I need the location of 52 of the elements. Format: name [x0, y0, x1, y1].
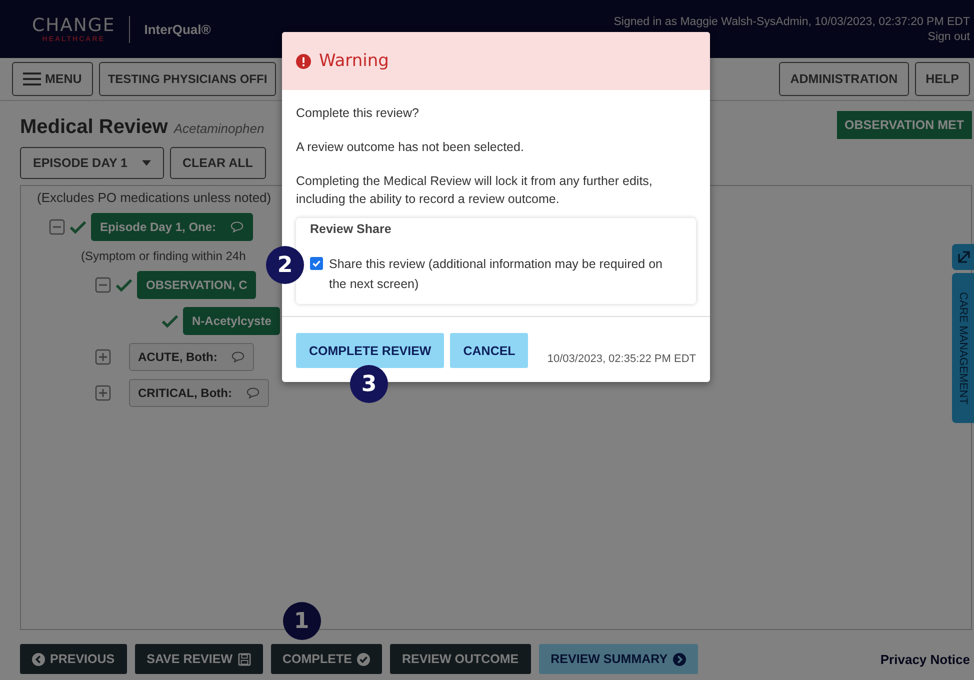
comment-icon[interactable] — [246, 387, 260, 399]
share-checkbox[interactable] — [310, 257, 323, 270]
privacy-link[interactable]: Privacy Notice — [880, 652, 970, 666]
collapse-icon[interactable] — [95, 277, 111, 293]
expand-icon[interactable] — [95, 349, 111, 365]
dialog-message: Completing the Medical Review will lock it from any further edits, including the ability to record a review outcome. — [296, 173, 654, 208]
criterion-chip[interactable]: N-Acetylcyste — [183, 307, 280, 335]
footer-button[interactable]: REVIEW SUMMARY — [538, 644, 698, 674]
dialog-title: Warning — [319, 51, 389, 71]
nav-button[interactable]: ADMINISTRATION — [779, 62, 909, 96]
save-icon — [238, 652, 251, 666]
footer-button[interactable]: PREVIOUS — [20, 644, 127, 674]
sign-out-link[interactable]: Sign out — [928, 30, 970, 42]
side-tab[interactable]: CARE MANAGEMENT — [952, 273, 974, 423]
share-heading: Review Share — [310, 222, 392, 236]
menu-button[interactable]: MENU — [12, 62, 93, 96]
review-title: Medical Review — [20, 116, 168, 138]
warning-icon — [296, 54, 311, 68]
nav-button[interactable]: HELP — [914, 62, 970, 96]
checkmark-icon — [161, 314, 179, 328]
criterion-chip[interactable]: OBSERVATION, C — [137, 271, 256, 299]
timestamp: 10/03/2023, 02:35:22 PM EDT — [547, 353, 696, 365]
product-name: InterQual® — [144, 22, 211, 36]
footer-button[interactable]: COMPLETE — [270, 644, 382, 674]
status-badge: OBSERVATION MET — [836, 111, 972, 139]
check-circle-icon — [356, 652, 370, 666]
checkmark-icon — [69, 220, 87, 234]
location-button[interactable]: TESTING PHYSICIANS OFFI — [98, 62, 276, 96]
dialog-message: Complete this review? — [296, 105, 420, 122]
caret-icon — [142, 160, 150, 166]
criterion-chip[interactable]: Episode Day 1, One: — [91, 213, 254, 241]
toolbar-button[interactable]: CLEAR ALL — [170, 147, 266, 179]
collapse-icon[interactable] — [49, 219, 65, 235]
dialog-button[interactable]: CANCEL — [450, 333, 528, 368]
checkmark-icon — [115, 278, 133, 292]
criterion-chip[interactable]: CRITICAL, Both: — [129, 379, 269, 407]
footer-button[interactable]: SAVE REVIEW — [134, 644, 263, 674]
footer-button[interactable]: REVIEW OUTCOME — [390, 644, 531, 674]
expand-icon[interactable] — [95, 385, 111, 401]
dialog-message: A review outcome has not been selected. — [296, 139, 525, 156]
episode-dropdown[interactable]: EPISODE DAY 1 — [20, 147, 164, 179]
signed-in-text: Signed in as Maggie Walsh-SysAdmin, 10/03/2023, 02:37:20 PM EDT — [614, 16, 970, 28]
logo-name: CHANGE — [32, 16, 116, 36]
step-marker: 2 — [266, 246, 304, 284]
menu-icon — [23, 72, 41, 86]
criteria-note: (Excludes PO medications unless noted) — [37, 190, 272, 205]
criteria-note: (Symptom or finding within 24h — [81, 249, 246, 263]
share-label: Share this review (additional information may be required on the next screen) — [329, 256, 664, 293]
criterion-chip[interactable]: ACUTE, Both: — [129, 343, 254, 371]
review-subtitle: Acetaminophen — [174, 121, 264, 136]
comment-icon[interactable] — [231, 351, 246, 363]
dialog-button[interactable]: COMPLETE REVIEW — [296, 333, 444, 368]
